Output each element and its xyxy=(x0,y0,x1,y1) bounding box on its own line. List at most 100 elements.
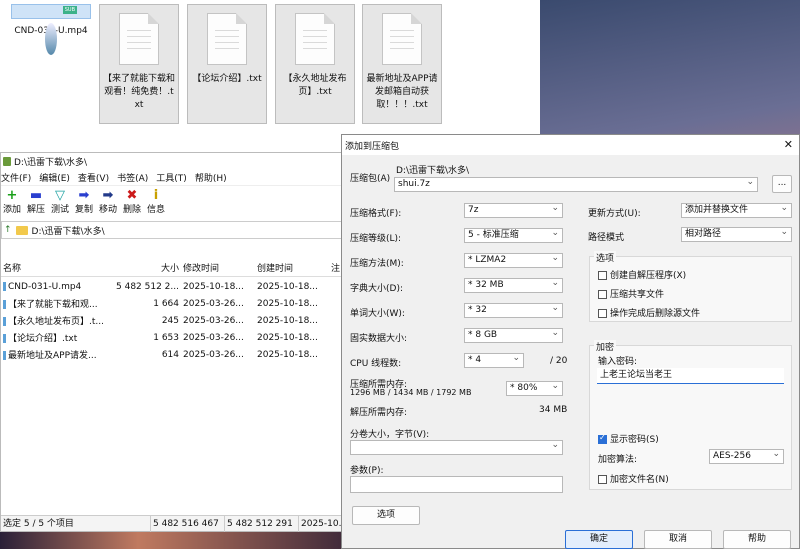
minus-icon: ▬ xyxy=(29,188,43,203)
address-text: D:\迅雷下载\水多\ xyxy=(31,226,105,237)
desktop-file-txt[interactable]: 【来了就能下载和观看！纯免费！.txt xyxy=(99,4,179,124)
browse-button[interactable]: ... xyxy=(772,175,792,193)
param-label: 参数(P): xyxy=(350,466,384,476)
info-button[interactable]: i 信息 xyxy=(145,188,167,220)
desktop-file-txt[interactable]: 【永久地址发布页】.txt xyxy=(275,4,355,124)
help-button[interactable]: 帮助 xyxy=(723,530,791,549)
close-icon[interactable]: ✕ xyxy=(784,138,793,151)
copy-arrow-icon: ➡ xyxy=(78,188,90,203)
menu-bookmarks[interactable]: 书签(A) xyxy=(117,171,148,184)
mem-values: 1296 MB / 1434 MB / 1792 MB xyxy=(350,388,472,397)
table-row[interactable]: 【来了就能下载和观... 1 664 2025-03-26... 2025-10-18… xyxy=(1,295,346,312)
path-select[interactable]: 相对路径 xyxy=(681,226,792,242)
column-size[interactable]: 大小 xyxy=(109,261,181,276)
add-to-archive-dialog: 添加到压缩包 ✕ 压缩包(A) D:\迅雷下载\水多\ shui.7z ... … xyxy=(341,134,800,549)
test-button[interactable]: ▽ 测试 xyxy=(49,188,71,220)
menu-edit[interactable]: 编辑(E) xyxy=(39,171,70,184)
add-button[interactable]: + 添加 xyxy=(1,188,23,220)
file-label: 【论坛介绍】.txt xyxy=(192,74,262,84)
toolbar: + 添加 ▬ 解压 ▽ 测试 ➡ 复制 ➡ 移动 ✖ 删除 i 信息 xyxy=(1,188,344,220)
ok-button[interactable]: 确定 xyxy=(565,530,633,549)
file-label: 【永久地址发布页】.txt xyxy=(283,74,347,97)
format-label: 压缩格式(F): xyxy=(350,209,402,219)
file-label: 最新地址及APP请发邮箱自动获取！！！.txt xyxy=(366,74,438,110)
column-ctime[interactable]: 创建时间 xyxy=(255,261,329,276)
mem-percent-select[interactable]: * 80% xyxy=(506,380,563,396)
cpu-total: / 20 xyxy=(550,356,568,366)
demem-label: 解压所需内存: xyxy=(350,408,408,418)
format-select[interactable]: 7z xyxy=(464,202,563,218)
table-row[interactable]: 最新地址及APP请发... 614 2025-03-26... 2025-10-18.… xyxy=(1,346,346,363)
level-select[interactable]: 5 - 标准压缩 xyxy=(464,227,563,243)
dict-select[interactable]: * 32 MB xyxy=(464,277,563,293)
desktop-file-txt[interactable]: 最新地址及APP请发邮箱自动获取！！！.txt xyxy=(362,4,442,124)
param-input[interactable] xyxy=(350,476,563,493)
status-size: 5 482 516 467 xyxy=(151,515,225,532)
file-manager-titlebar: D:\迅雷下载\水多\ xyxy=(1,153,344,170)
show-password-checkbox[interactable]: 显示密码(S) xyxy=(598,432,659,445)
column-name[interactable]: 名称 xyxy=(1,261,109,276)
word-label: 单词大小(W): xyxy=(350,309,405,319)
plus-icon: + xyxy=(6,188,18,203)
archive-path: D:\迅雷下载\水多\ xyxy=(396,166,470,176)
update-label: 更新方式(U): xyxy=(588,209,641,219)
file-icon xyxy=(3,334,6,343)
extract-button[interactable]: ▬ 解压 xyxy=(25,188,47,220)
delete-button[interactable]: ✖ 删除 xyxy=(121,188,143,220)
cpu-label: CPU 线程数: xyxy=(350,359,402,369)
sfx-checkbox[interactable]: 创建自解压程序(X) xyxy=(598,268,686,281)
column-mtime[interactable]: 修改时间 xyxy=(181,261,255,276)
encrypt-names-checkbox[interactable]: 加密文件名(N) xyxy=(598,472,669,485)
menu-view[interactable]: 查看(V) xyxy=(78,171,109,184)
text-file-icon xyxy=(382,13,422,65)
split-select[interactable] xyxy=(350,439,563,455)
folder-icon xyxy=(15,225,28,235)
up-arrow-icon[interactable]: ↑ xyxy=(4,225,12,235)
address-bar[interactable]: ↑ D:\迅雷下载\水多\ xyxy=(1,221,342,239)
delete-source-checkbox[interactable]: 操作完成后删除源文件 xyxy=(598,306,700,319)
split-label: 分卷大小，字节(V): xyxy=(350,430,430,440)
menu-tools[interactable]: 工具(T) xyxy=(156,171,187,184)
file-label: 【来了就能下载和观看！纯免费！.txt xyxy=(103,74,176,110)
desktop-file-area: SUB CND-031-U.mp4 【来了就能下载和观看！纯免费！.txt 【论… xyxy=(0,0,540,133)
method-select[interactable]: * LZMA2 xyxy=(464,252,563,268)
algo-select[interactable]: AES-256 xyxy=(709,448,784,464)
cpu-select[interactable]: * 4 xyxy=(464,352,524,368)
app-icon xyxy=(3,157,11,166)
desktop-file-video[interactable]: SUB CND-031-U.mp4 xyxy=(11,4,91,55)
solid-select[interactable]: * 8 GB xyxy=(464,327,563,343)
cancel-button[interactable]: 取消 xyxy=(644,530,712,549)
file-icon xyxy=(3,317,6,326)
text-file-icon xyxy=(207,13,247,65)
algo-label: 加密算法: xyxy=(598,455,638,465)
window-title: D:\迅雷下载\水多\ xyxy=(14,158,88,168)
archive-name-input[interactable]: shui.7z xyxy=(394,176,758,192)
dialog-title: 添加到压缩包 xyxy=(345,141,400,152)
options-button[interactable]: 选项 xyxy=(352,506,420,525)
menu-file[interactable]: 文件(F) xyxy=(1,171,31,184)
text-file-icon xyxy=(119,13,159,65)
table-row[interactable]: CND-031-U.mp4 5 482 512 2... 2025-10-18...… xyxy=(1,278,346,295)
path-label: 路径模式 xyxy=(588,233,625,243)
copy-button[interactable]: ➡ 复制 xyxy=(73,188,95,220)
menu-help[interactable]: 帮助(H) xyxy=(195,171,227,184)
solid-label: 固实数据大小: xyxy=(350,334,408,344)
desktop-file-txt[interactable]: 【论坛介绍】.txt xyxy=(187,4,267,124)
table-row[interactable]: 【永久地址发布页】.t... 245 2025-03-26... 2025-10-18… xyxy=(1,312,346,329)
dialog-titlebar: 添加到压缩包 ✕ xyxy=(342,135,799,155)
update-select[interactable]: 添加并替换文件 xyxy=(681,202,792,218)
encryption-title: 加密 xyxy=(594,340,617,353)
shared-checkbox[interactable]: 压缩共享文件 xyxy=(598,287,664,300)
password-input[interactable]: 上老王论坛当老王 xyxy=(597,368,784,384)
file-icon xyxy=(3,351,6,360)
delete-x-icon: ✖ xyxy=(126,188,138,203)
move-arrow-icon: ➡ xyxy=(102,188,114,203)
file-icon xyxy=(3,300,6,309)
move-button[interactable]: ➡ 移动 xyxy=(97,188,119,220)
info-icon: i xyxy=(153,188,159,203)
text-file-icon xyxy=(295,13,335,65)
status-packed: 5 482 512 291 xyxy=(225,515,299,532)
word-select[interactable]: * 32 xyxy=(464,302,563,318)
table-row[interactable]: 【论坛介绍】.txt 1 653 2025-03-26... 2025-10-18..… xyxy=(1,329,346,346)
status-bar: 选定 5 / 5 个项目 5 482 516 467 5 482 512 291… xyxy=(1,515,344,532)
